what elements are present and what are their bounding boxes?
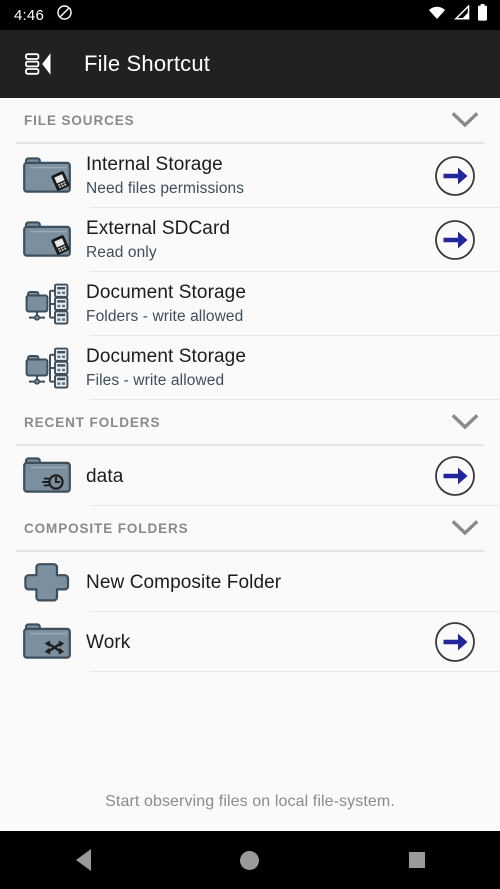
list-item-text: External SDCard Read only xyxy=(78,208,428,272)
list-item-title: Document Storage xyxy=(86,282,247,303)
chevron-down-icon[interactable] xyxy=(448,103,482,137)
section-label: FILE SOURCES xyxy=(24,112,135,128)
status-bar: 4:46 xyxy=(0,0,500,30)
recents-square-icon[interactable] xyxy=(385,831,449,889)
arrow-right-circle-icon[interactable] xyxy=(428,621,482,663)
list-item-title: Internal Storage xyxy=(86,154,223,175)
phone-screen: 4:46 File Shortcut FILE SOURCES Internal… xyxy=(0,0,500,889)
list-item[interactable]: Internal Storage Need files permissions xyxy=(0,144,500,208)
list-item-subtitle: Need files permissions xyxy=(86,180,245,197)
wifi-icon xyxy=(428,5,446,25)
status-left-icons xyxy=(56,4,73,26)
list-item-text: Internal Storage Need files permissions xyxy=(78,144,428,208)
list-item-title: Document Storage xyxy=(86,346,247,367)
footer-hint: Start observing files on local file-syst… xyxy=(105,793,395,810)
arrow-right-circle-icon[interactable] xyxy=(428,219,482,261)
folder-device-icon xyxy=(16,154,78,198)
back-triangle-icon[interactable] xyxy=(51,831,115,889)
plus-icon xyxy=(16,560,78,604)
drawer-open-icon[interactable] xyxy=(18,42,62,86)
folder-network-icon xyxy=(16,282,78,326)
list-item[interactable]: data xyxy=(0,446,500,506)
list-item-text: Document Storage Files - write allowed xyxy=(78,336,482,400)
page-title: File Shortcut xyxy=(84,51,211,76)
section-header-recent-folders: RECENT FOLDERS xyxy=(0,400,500,444)
cellular-signal-icon xyxy=(453,4,470,25)
list-item-title: New Composite Folder xyxy=(86,571,282,593)
list-item[interactable]: New Composite Folder xyxy=(0,552,500,612)
list-divider xyxy=(90,671,500,672)
arrow-right-circle-icon[interactable] xyxy=(428,455,482,497)
list-item-subtitle: Files - write allowed xyxy=(86,372,225,389)
status-time: 4:46 xyxy=(14,6,44,24)
section-label: RECENT FOLDERS xyxy=(24,414,161,430)
battery-icon xyxy=(477,4,488,26)
chevron-down-icon[interactable] xyxy=(448,405,482,439)
list-item-text: data xyxy=(78,456,428,497)
chevron-down-icon[interactable] xyxy=(448,511,482,545)
folder-network-icon xyxy=(16,346,78,390)
folder-device-icon xyxy=(16,218,78,262)
folder-shuffle-icon xyxy=(16,620,78,664)
home-circle-icon[interactable] xyxy=(218,831,282,889)
list-item-title: Work xyxy=(86,631,131,653)
list-item-subtitle: Folders - write allowed xyxy=(86,308,244,325)
list-item-text: Work xyxy=(78,622,428,663)
list-item-text: Document Storage Folders - write allowed xyxy=(78,272,482,336)
list-item[interactable]: Document Storage Folders - write allowed xyxy=(0,272,500,336)
section-label: COMPOSITE FOLDERS xyxy=(24,520,189,536)
do-not-disturb-icon xyxy=(56,4,73,26)
list-item-title: External SDCard xyxy=(86,218,231,239)
list-item[interactable]: External SDCard Read only xyxy=(0,208,500,272)
arrow-right-circle-icon[interactable] xyxy=(428,155,482,197)
folder-clock-icon xyxy=(16,454,78,498)
main-content: FILE SOURCES Internal Storage Need files… xyxy=(0,98,500,831)
status-right-icons xyxy=(428,4,488,26)
list-item-text: New Composite Folder xyxy=(78,562,482,603)
section-header-file-sources: FILE SOURCES xyxy=(0,98,500,142)
list-item-subtitle: Read only xyxy=(86,244,157,261)
section-header-composite-folders: COMPOSITE FOLDERS xyxy=(0,506,500,550)
android-nav-bar xyxy=(0,831,500,889)
list-item-title: data xyxy=(86,465,124,487)
list-item[interactable]: Document Storage Files - write allowed xyxy=(0,336,500,400)
app-bar: File Shortcut xyxy=(0,30,500,98)
list-item[interactable]: Work xyxy=(0,612,500,672)
